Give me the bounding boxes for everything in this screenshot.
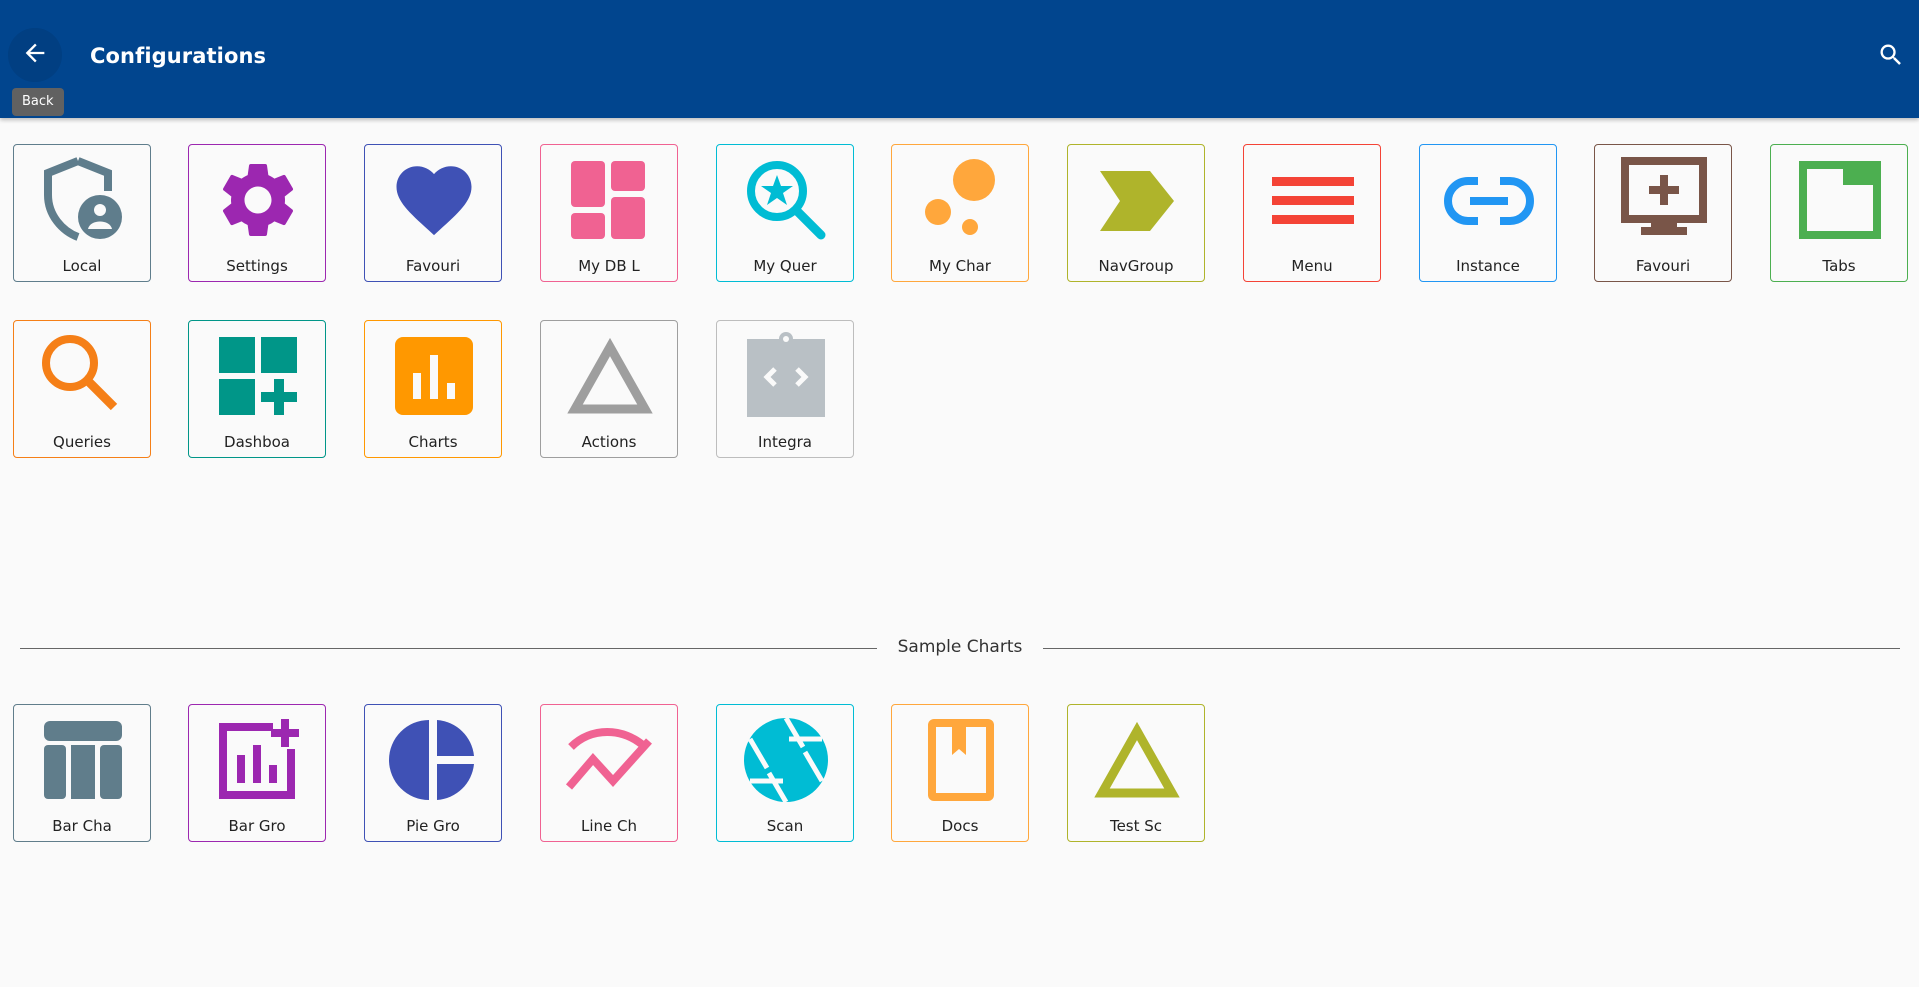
tile-label: Tabs <box>1822 257 1856 275</box>
link-icon <box>1444 155 1534 245</box>
tile-charts[interactable]: Charts <box>364 320 502 458</box>
heart-icon <box>389 155 479 245</box>
tile-menu[interactable]: Menu <box>1243 144 1381 282</box>
arrow-left-icon <box>21 39 49 71</box>
tile-label: Pie Gro <box>406 817 460 835</box>
chevron-arrow-icon <box>1092 155 1182 245</box>
bar-chart-icon <box>389 331 479 421</box>
divider-right <box>1043 648 1900 649</box>
section-title: Sample Charts <box>897 637 1023 657</box>
tile-label: Settings <box>226 257 288 275</box>
back-button[interactable] <box>8 28 62 82</box>
camera-shutter-icon <box>741 715 831 805</box>
tile-label: Integra <box>758 433 812 451</box>
table-columns-icon <box>38 715 128 805</box>
tile-dashboards[interactable]: Dashboa <box>188 320 326 458</box>
dashboard-add-icon <box>213 331 303 421</box>
tile-bar-group[interactable]: Bar Gro <box>188 704 326 842</box>
chart-add-icon <box>213 715 303 805</box>
tile-pie-group[interactable]: Pie Gro <box>364 704 502 842</box>
pie-chart-icon <box>389 715 479 805</box>
tile-my-queries[interactable]: My Quer <box>716 144 854 282</box>
tile-label: My Char <box>929 257 991 275</box>
tile-my-db[interactable]: My DB L <box>540 144 678 282</box>
tile-settings[interactable]: Settings <box>188 144 326 282</box>
tile-favourites[interactable]: Favouri <box>364 144 502 282</box>
tile-label: Instance <box>1456 257 1520 275</box>
tile-label: Actions <box>581 433 637 451</box>
tile-local[interactable]: Local <box>13 144 151 282</box>
tile-docs[interactable]: Docs <box>891 704 1029 842</box>
tile-label: Docs <box>941 817 979 835</box>
tile-label: Bar Gro <box>228 817 286 835</box>
book-icon <box>916 715 1006 805</box>
search-button[interactable] <box>1874 40 1908 74</box>
divider-left <box>20 648 877 649</box>
dashboard-grid-icon <box>565 155 655 245</box>
tile-bar-chart[interactable]: Bar Cha <box>13 704 151 842</box>
tile-label: Queries <box>53 433 111 451</box>
tile-label: Menu <box>1291 257 1333 275</box>
page-title: Configurations <box>90 44 267 68</box>
tile-label: Dashboa <box>224 433 290 451</box>
tile-favourite-instances[interactable]: Favouri <box>1594 144 1732 282</box>
line-chart-icon <box>565 715 655 805</box>
tile-navgroup[interactable]: NavGroup <box>1067 144 1205 282</box>
bubble-chart-icon <box>916 155 1006 245</box>
tile-test-screen[interactable]: Test Sc <box>1067 704 1205 842</box>
tile-tabs[interactable]: Tabs <box>1770 144 1908 282</box>
tile-label: Test Sc <box>1109 817 1163 835</box>
tile-label: Charts <box>408 433 458 451</box>
tile-label: Scan <box>766 817 804 835</box>
app-bar: Configurations <box>0 0 1919 118</box>
tile-label: Favouri <box>405 257 461 275</box>
tile-integrations[interactable]: Integra <box>716 320 854 458</box>
tile-label: NavGroup <box>1098 257 1174 275</box>
search-icon <box>38 331 128 421</box>
tile-label: My DB L <box>578 257 640 275</box>
tile-my-charts[interactable]: My Char <box>891 144 1029 282</box>
tile-line-chart[interactable]: Line Ch <box>540 704 678 842</box>
gear-icon <box>213 155 303 245</box>
monitor-plus-icon <box>1619 155 1709 245</box>
tile-queries[interactable]: Queries <box>13 320 151 458</box>
triangle-icon <box>1092 715 1182 805</box>
back-tooltip: Back <box>12 88 64 116</box>
tab-icon <box>1795 155 1885 245</box>
tile-label: Favouri <box>1635 257 1691 275</box>
menu-icon <box>1268 155 1358 245</box>
triangle-icon <box>565 331 655 421</box>
search-star-icon <box>741 155 831 245</box>
tile-scan[interactable]: Scan <box>716 704 854 842</box>
tile-label: Local <box>62 257 102 275</box>
tile-label: Bar Cha <box>52 817 112 835</box>
tile-instance[interactable]: Instance <box>1419 144 1557 282</box>
tile-actions[interactable]: Actions <box>540 320 678 458</box>
tile-label: Line Ch <box>580 817 637 835</box>
clipboard-code-icon <box>741 331 831 421</box>
tile-label: My Quer <box>753 257 817 275</box>
shield-account-icon <box>38 155 128 245</box>
search-icon <box>1877 41 1905 73</box>
